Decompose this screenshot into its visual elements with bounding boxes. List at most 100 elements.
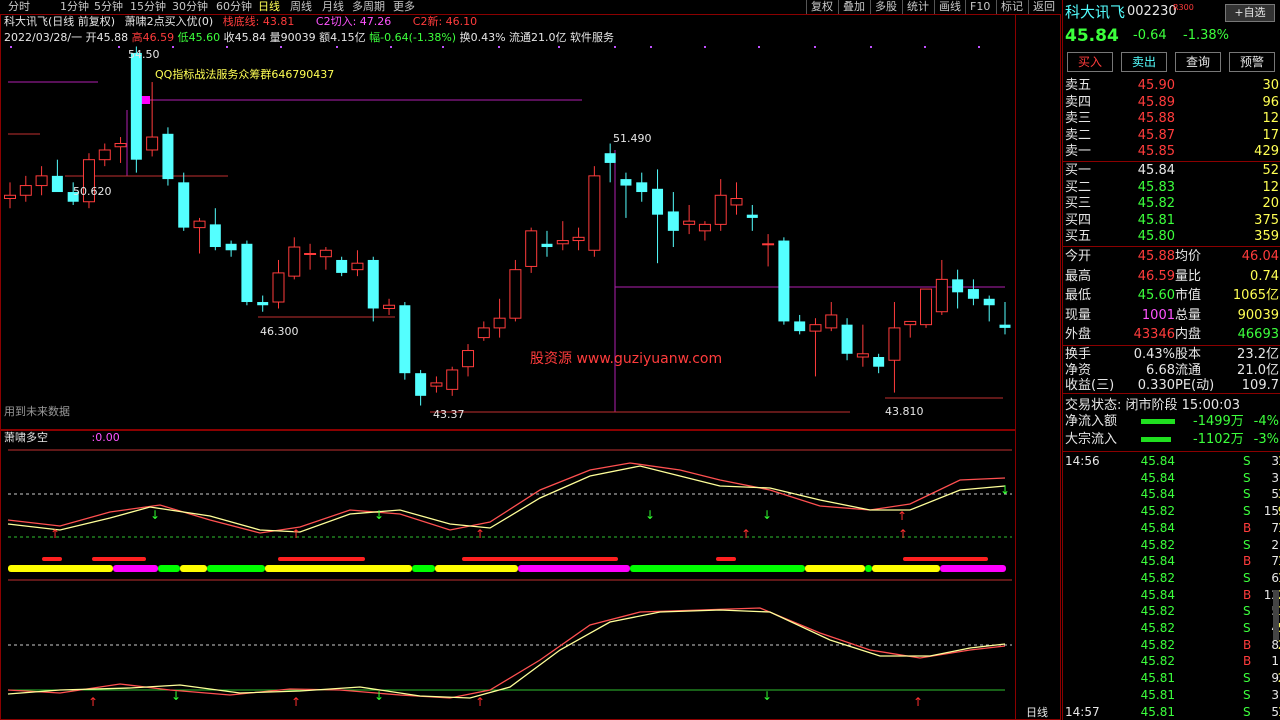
bid-row-2: 买三 45.82 20 bbox=[1063, 195, 1280, 212]
tick-scrollbar[interactable] bbox=[1273, 590, 1279, 640]
candle-body bbox=[935, 278, 948, 313]
bid-label: 买五 bbox=[1065, 229, 1092, 244]
add-watchlist-button[interactable]: +自选 bbox=[1225, 4, 1275, 22]
flow-value: -1102万 bbox=[1193, 432, 1244, 447]
lower-indicator-name: 萧啸多空 bbox=[4, 431, 48, 444]
stat2-row-0: 换手 0.43% 股本 23.2亿 bbox=[1063, 347, 1280, 362]
bid-vol: 20 bbox=[1262, 196, 1279, 211]
right-toolbar: 复权 叠加 多股 统计 画线 F10 标记 返回 bbox=[0, 0, 1062, 14]
candle-body bbox=[556, 240, 569, 245]
stat-value: 0.330 bbox=[1137, 378, 1175, 393]
state-bar-segment bbox=[207, 565, 265, 572]
osc-curve-red bbox=[7, 462, 1006, 534]
toolbar-button-2[interactable]: 多股 bbox=[870, 0, 901, 14]
stat-value: 6.68 bbox=[1146, 362, 1175, 378]
candle-body bbox=[493, 317, 506, 329]
top-marker-dot bbox=[814, 46, 816, 48]
c2-new: C2新: 46.10 bbox=[412, 15, 478, 28]
top-marker-dot bbox=[226, 46, 228, 48]
ask-row-1: 卖四 45.89 96 bbox=[1063, 94, 1280, 111]
tick-cell: 45.84 bbox=[1140, 520, 1175, 535]
ask-price: 45.89 bbox=[1137, 94, 1175, 110]
stat-row-3: 现量 1001 总量 90039 bbox=[1063, 306, 1280, 325]
toolbar-button-5[interactable]: F10 bbox=[965, 0, 994, 14]
candle-body bbox=[541, 243, 553, 248]
bid-label: 买二 bbox=[1065, 179, 1092, 195]
buy-button[interactable]: 买入 bbox=[1067, 52, 1113, 72]
flow-bar bbox=[1141, 437, 1171, 442]
stat-row-1: 最高 46.59 量比 0.74 bbox=[1063, 267, 1280, 286]
signal-dash bbox=[716, 557, 736, 561]
stat-value: 46.59 bbox=[1137, 268, 1175, 284]
ask-label: 卖二 bbox=[1065, 127, 1092, 143]
price-label-46300: 46.300 bbox=[260, 325, 299, 338]
candle-body bbox=[572, 236, 585, 242]
stat-label: 内盘 bbox=[1175, 327, 1202, 342]
candle-body bbox=[367, 259, 379, 309]
price-label-50620: 50.620 bbox=[73, 185, 112, 198]
query-button[interactable]: 查询 bbox=[1175, 52, 1221, 72]
flow-pct: -3% bbox=[1253, 432, 1279, 447]
stat-row-2: 最低 45.60 市值 1065亿 bbox=[1063, 286, 1280, 305]
bid-price: 45.82 bbox=[1137, 196, 1175, 211]
candle-body bbox=[825, 314, 838, 329]
flow-label: 净流入额 bbox=[1065, 414, 1118, 429]
tick-cell: 45.84 bbox=[1140, 554, 1175, 569]
top-marker-dot bbox=[650, 46, 652, 48]
sell-arrow: ↓ bbox=[1000, 483, 1010, 497]
alert-button[interactable]: 预警 bbox=[1229, 52, 1275, 72]
signal-dash bbox=[903, 557, 988, 561]
osc2-curve-red bbox=[7, 607, 1006, 699]
bid-price: 45.81 bbox=[1137, 212, 1175, 228]
tick-cell: 7 bbox=[1271, 554, 1279, 569]
bid-vol: 12 bbox=[1262, 179, 1279, 195]
stat-label: 流通 bbox=[1175, 362, 1202, 378]
ask-row-0: 卖五 45.90 30 bbox=[1063, 77, 1280, 94]
candle-body bbox=[794, 321, 806, 332]
ask-label: 卖三 bbox=[1065, 111, 1092, 126]
candle-body bbox=[952, 279, 964, 293]
price-change-pct: -1.38% bbox=[1183, 28, 1229, 43]
candle-body bbox=[130, 52, 142, 160]
top-marker-dot bbox=[336, 46, 338, 48]
price-label-43810: 43.810 bbox=[885, 405, 924, 418]
tick-row: 45.818S3 bbox=[1063, 687, 1280, 704]
signal-dash bbox=[42, 557, 62, 561]
candle-body bbox=[967, 289, 979, 299]
candle-body bbox=[856, 353, 869, 358]
stat-value: 23.2亿 bbox=[1237, 347, 1279, 362]
tick-row: 45.8224B8 bbox=[1063, 637, 1280, 654]
stat-label: 最高 bbox=[1065, 268, 1092, 284]
toolbar-button-0[interactable]: 复权 bbox=[806, 0, 837, 14]
state-bar-segment bbox=[805, 565, 865, 572]
candle-body bbox=[35, 175, 48, 187]
stat-label: 均价 bbox=[1175, 249, 1202, 264]
top-marker-dot bbox=[118, 46, 120, 48]
toolbar-button-3[interactable]: 统计 bbox=[902, 0, 933, 14]
toolbar-button-6[interactable]: 标记 bbox=[996, 0, 1027, 14]
lower-indicator-label: 萧啸多空 :0.00 bbox=[4, 431, 120, 445]
tick-cell: 45.82 bbox=[1140, 504, 1175, 519]
stat-label: 收益(三) bbox=[1065, 378, 1115, 393]
ask-row-3: 卖二 45.87 17 bbox=[1063, 127, 1280, 144]
candle-body bbox=[525, 230, 538, 267]
toolbar-button-1[interactable]: 叠加 bbox=[838, 0, 869, 14]
stat-value: 43346 bbox=[1133, 327, 1175, 342]
candle-body bbox=[4, 194, 16, 200]
candle-body bbox=[778, 240, 790, 322]
kline-chart[interactable]: ↓ ↓ ↓ ↓ ↑ ↑ ↑ ↑ ↑ ↓ ↓ ↓ ↑ ↑ ↑ ↑ ↓ ↑ bbox=[0, 14, 1062, 720]
candle-body bbox=[904, 320, 917, 326]
stat-label: 净资 bbox=[1065, 362, 1092, 378]
candle-body bbox=[714, 194, 727, 225]
ask-vol: 429 bbox=[1254, 144, 1279, 159]
ask-row-4: 卖一 45.85 429 bbox=[1063, 143, 1280, 160]
candle-body bbox=[98, 149, 111, 161]
sell-button[interactable]: 卖出 bbox=[1121, 52, 1167, 72]
toolbar-button-7[interactable]: 返回 bbox=[1028, 0, 1059, 14]
indicator-name: 萧啸2点买入优(0) bbox=[124, 15, 214, 28]
r-tag: R300 bbox=[1173, 3, 1194, 12]
candle-body bbox=[477, 327, 490, 339]
quote-header: 科大讯飞 002230 R300 +自选 bbox=[1063, 0, 1280, 24]
sell-arrow: ↓ bbox=[645, 508, 655, 522]
toolbar-button-4[interactable]: 画线 bbox=[934, 0, 965, 14]
